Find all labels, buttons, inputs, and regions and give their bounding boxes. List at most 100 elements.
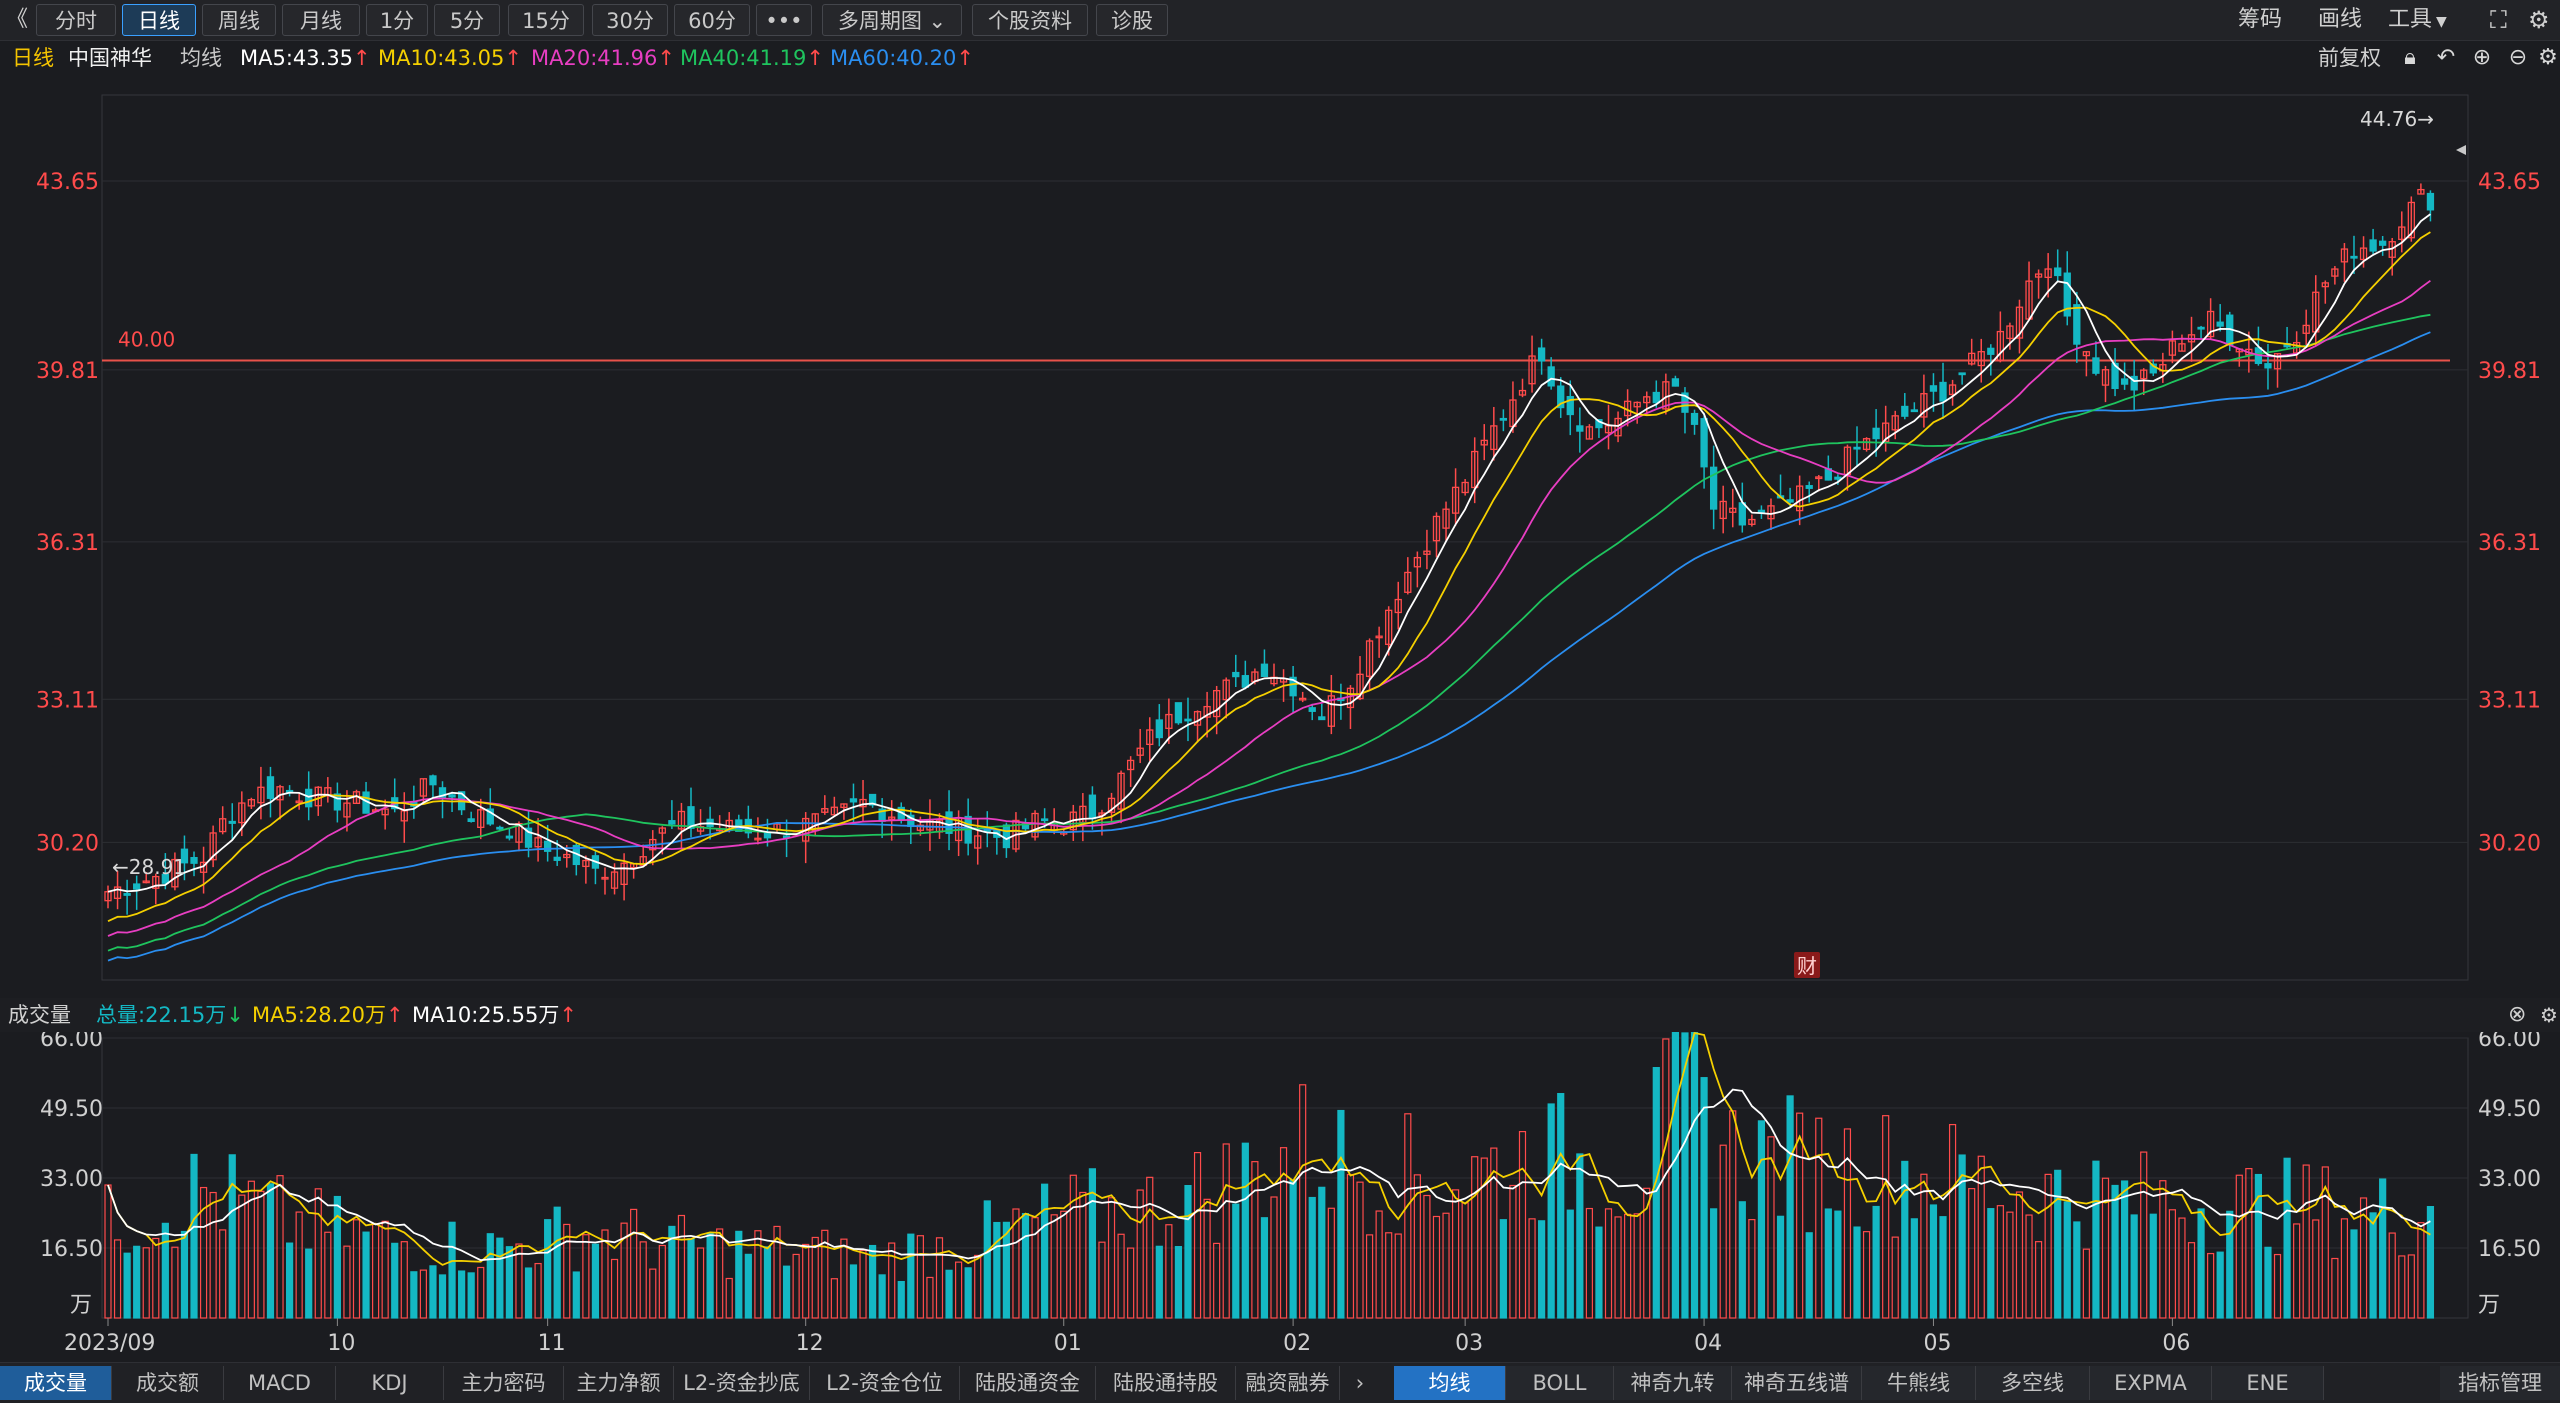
volume-bar (2216, 1251, 2224, 1319)
period-button-12[interactable]: 诊股 (1096, 4, 1168, 36)
bottom-tab-3[interactable]: KDJ (336, 1366, 444, 1400)
bottom-tab-9[interactable]: 陆股通持股 (1096, 1366, 1236, 1400)
volume-bar (725, 1277, 733, 1319)
volume-bar (1213, 1242, 1221, 1319)
y-tick-label-left: 36.31 (36, 531, 99, 556)
volume-bar (706, 1232, 714, 1319)
volume-bar (171, 1246, 179, 1319)
candle-body (1987, 347, 1995, 355)
period-button-2[interactable]: 周线 (202, 4, 276, 36)
zoom-out-icon[interactable]: ⊖ (2506, 46, 2530, 70)
volume-bar (649, 1268, 657, 1319)
bottom-tab-4[interactable]: 主力密码 (444, 1366, 564, 1400)
period-button-7[interactable]: 30分 (592, 4, 668, 36)
volume-bar (859, 1249, 867, 1319)
candle-body (1537, 347, 1546, 362)
volume-ma5: MA5:28.20万↑ (252, 1003, 404, 1027)
indicator-tab-4[interactable]: 牛熊线 (1862, 1366, 1976, 1400)
volume-bar (1547, 1103, 1555, 1319)
ma10-value: MA10:43.05↑ (378, 46, 523, 70)
more-tabs-arrow[interactable]: › (1340, 1366, 1380, 1400)
indicator-manage-button[interactable]: 指标管理 (2440, 1366, 2560, 1400)
candle-body (1757, 509, 1766, 513)
bottom-tab-7[interactable]: L2-资金仓位 (810, 1366, 960, 1400)
candle-body (1308, 707, 1316, 712)
bottom-tab-1[interactable]: 成交额 (112, 1366, 224, 1400)
period-button-4[interactable]: 1分 (366, 4, 428, 36)
period-button-9[interactable]: ••• (756, 4, 812, 36)
period-button-11[interactable]: 个股资料 (972, 4, 1088, 36)
volume-y-label-right: 33.00 (2478, 1167, 2541, 1192)
period-button-3[interactable]: 月线 (282, 4, 360, 36)
price-level-label: 40.00 (118, 328, 175, 352)
period-button-6[interactable]: 15分 (508, 4, 584, 36)
volume-bar (2417, 1222, 2425, 1319)
volume-bar (696, 1247, 705, 1319)
fullscreen-icon[interactable]: ⛶ (2490, 4, 2507, 36)
settings-icon[interactable]: ⚙ (2540, 998, 2558, 1032)
volume-bar (381, 1220, 389, 1319)
volume-bar (2015, 1191, 2024, 1319)
candle-body (1786, 499, 1794, 503)
period-button-8[interactable]: 60分 (674, 4, 750, 36)
indicator-tab-0[interactable]: 均线 (1394, 1366, 1506, 1400)
volume-y-label-left: 16.50 (40, 1237, 103, 1262)
tools-button[interactable]: 工具 ▼ (2388, 4, 2447, 36)
period-button-10[interactable]: 多周期图 ⌄ (822, 4, 962, 36)
volume-chart[interactable]: 66.00 66.00 49.50 49.50 33.00 33.00 16.50 16.50… (0, 1032, 2560, 1362)
settings-icon[interactable]: ⚙ (2528, 4, 2550, 36)
bottom-tab-6[interactable]: L2-资金抄底 (674, 1366, 810, 1400)
volume-bar (763, 1246, 772, 1319)
zoom-in-icon[interactable]: ⊕ (2470, 46, 2494, 70)
volume-bar (1624, 1213, 1632, 1319)
volume-bar (1308, 1196, 1316, 1319)
candle-body (1958, 372, 1966, 376)
indicator-tab-5[interactable]: 多空线 (1976, 1366, 2090, 1400)
adjust-mode-button[interactable]: 前复权 (2318, 40, 2381, 76)
volume-bar (2407, 1254, 2415, 1319)
period-button-0[interactable]: 分时 (36, 4, 116, 36)
close-icon[interactable]: ⊗ (2508, 998, 2526, 1032)
indicator-tab-7[interactable]: ENE (2212, 1366, 2324, 1400)
y-tick-label-left: 43.65 (36, 170, 99, 195)
volume-bar (1853, 1226, 1861, 1319)
volume-bar (2149, 1213, 2157, 1319)
bottom-tab-10[interactable]: 融资融券 (1236, 1366, 1340, 1400)
candle-body (2426, 192, 2435, 211)
bottom-tab-5[interactable]: 主力净额 (564, 1366, 674, 1400)
period-button-1[interactable]: 日线 (122, 4, 196, 36)
ma60-value: MA60:40.20↑ (830, 46, 975, 70)
bottom-tab-2[interactable]: MACD (224, 1366, 336, 1400)
volume-bar (1318, 1186, 1326, 1319)
candle-body (1834, 476, 1842, 480)
lock-icon[interactable]: 🔒︎ (2398, 46, 2422, 70)
candle-body (1690, 412, 1699, 425)
undo-icon[interactable]: ↶ (2434, 46, 2458, 70)
volume-bar (2111, 1184, 2119, 1319)
settings-icon[interactable]: ⚙ (2536, 46, 2560, 70)
period-button-5[interactable]: 5分 (434, 4, 500, 36)
volume-bar (974, 1254, 982, 1319)
candle-body (1853, 446, 1861, 450)
stock-name[interactable]: 中国神华 (68, 40, 152, 76)
indicator-tab-2[interactable]: 神奇九转 (1614, 1366, 1732, 1400)
candle-body (1805, 485, 1813, 489)
candle-body (1260, 663, 1269, 677)
candle-body (1232, 671, 1240, 678)
volume-bar (2264, 1246, 2272, 1319)
kline-chart[interactable]: 43.65 43.65 39.81 39.81 36.31 36.31 33.11 33.11… (0, 76, 2560, 998)
volume-bar (1174, 1246, 1183, 1319)
y-tick-label-right: 36.31 (2478, 531, 2541, 556)
indicator-tab-6[interactable]: EXPMA (2090, 1366, 2212, 1400)
bottom-tab-8[interactable]: 陆股通资金 (960, 1366, 1096, 1400)
indicator-tab-1[interactable]: BOLL (1506, 1366, 1614, 1400)
volume-bar (142, 1247, 150, 1319)
bottom-tab-0[interactable]: 成交量 (0, 1366, 112, 1400)
draw-line-button[interactable]: 画线 (2318, 4, 2362, 36)
ma-indicator-label[interactable]: 均线 (180, 40, 222, 76)
indicator-tab-3[interactable]: 神奇五线谱 (1732, 1366, 1862, 1400)
volume-bar (716, 1228, 724, 1319)
back-button[interactable]: 《 (6, 4, 28, 36)
chip-button[interactable]: 筹码 (2238, 4, 2282, 36)
period-label: 日线 (12, 46, 54, 70)
